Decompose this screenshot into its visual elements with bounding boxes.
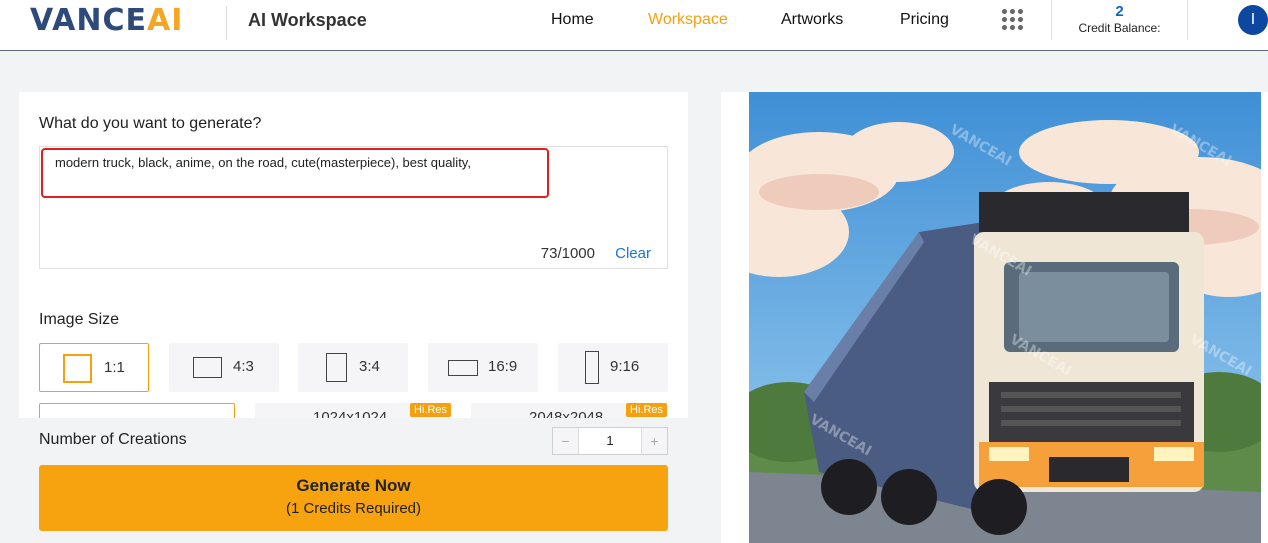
ratio-label: 1:1	[104, 359, 125, 376]
top-header: VANCEAI AI Workspace Home Workspace Artw…	[0, 0, 1268, 51]
hires-badge: Hi.Res	[410, 403, 452, 417]
creations-value[interactable]: 1	[579, 428, 641, 454]
vanceai-logo[interactable]: VANCEAI	[30, 3, 183, 38]
ratio-3-4-button[interactable]: 3:4	[298, 343, 408, 392]
portrait-icon	[326, 353, 347, 382]
hires-badge: Hi.Res	[626, 403, 668, 417]
ratio-label: 4:3	[233, 358, 254, 375]
truck-illustration: VANCEAI VANCEAI VANCEAI VANCEAI VANCEAI …	[749, 92, 1261, 543]
generate-credits-note: (1 Credits Required)	[285, 500, 422, 517]
nav-artworks[interactable]: Artworks	[781, 11, 843, 29]
ratio-4-3-button[interactable]: 4:3	[169, 343, 279, 392]
nav-workspace[interactable]: Workspace	[648, 11, 728, 29]
generate-now-button[interactable]: Generate Now (1 Credits Required)	[39, 465, 668, 531]
generate-label: Generate Now	[296, 476, 411, 495]
decrement-button[interactable]: −	[553, 428, 579, 454]
landscape-icon	[193, 357, 222, 378]
workspace-title: AI Workspace	[248, 10, 367, 30]
clear-button[interactable]: Clear	[615, 245, 651, 262]
nav-pricing[interactable]: Pricing	[900, 11, 949, 29]
resolution-label: 2048x2048	[529, 409, 604, 418]
apps-grid-icon[interactable]	[1002, 9, 1024, 31]
header-divider	[226, 6, 227, 40]
increment-button[interactable]: +	[641, 428, 667, 454]
generation-panel: What do you want to generate? modern tru…	[19, 92, 688, 418]
ratio-label: 9:16	[610, 358, 640, 375]
prompt-textarea[interactable]: modern truck, black, anime, on the road,…	[39, 146, 668, 269]
creations-label: Number of Creations	[39, 431, 187, 448]
credit-label: Credit Balance:	[1078, 21, 1161, 35]
creations-stepper: − 1 +	[552, 427, 668, 455]
credit-balance[interactable]: 2 Credit Balance:	[1051, 0, 1188, 40]
resolution-label: 1024x1024	[313, 409, 388, 418]
user-avatar[interactable]: I	[1238, 5, 1268, 35]
resolution-2048-option[interactable]: 2048x2048 Hi.Res	[471, 403, 668, 418]
ratio-16-9-button[interactable]: 16:9	[428, 343, 538, 392]
ratio-1-1-button[interactable]: 1:1	[39, 343, 149, 392]
credit-value: 2	[1115, 3, 1124, 20]
logo-text: VANCE	[30, 3, 148, 38]
resolution-1024-option[interactable]: 1024x1024 Hi.Res	[255, 403, 452, 418]
ratio-label: 3:4	[359, 358, 380, 375]
logo-accent-text: AI	[147, 3, 184, 38]
image-size-label: Image Size	[39, 311, 120, 328]
tall-icon	[585, 351, 599, 384]
ratio-label: 16:9	[488, 358, 518, 375]
ratio-9-16-button[interactable]: 9:16	[558, 343, 668, 392]
prompt-text: modern truck, black, anime, on the road,…	[55, 155, 471, 170]
nav-home[interactable]: Home	[551, 11, 594, 29]
prompt-question: What do you want to generate?	[39, 115, 262, 132]
wide-icon	[448, 360, 478, 376]
generated-image[interactable]: VANCEAI VANCEAI VANCEAI VANCEAI VANCEAI …	[749, 92, 1261, 543]
resolution-512-option[interactable]	[39, 403, 235, 418]
square-icon	[63, 354, 92, 383]
char-counter: 73/1000	[540, 245, 595, 262]
